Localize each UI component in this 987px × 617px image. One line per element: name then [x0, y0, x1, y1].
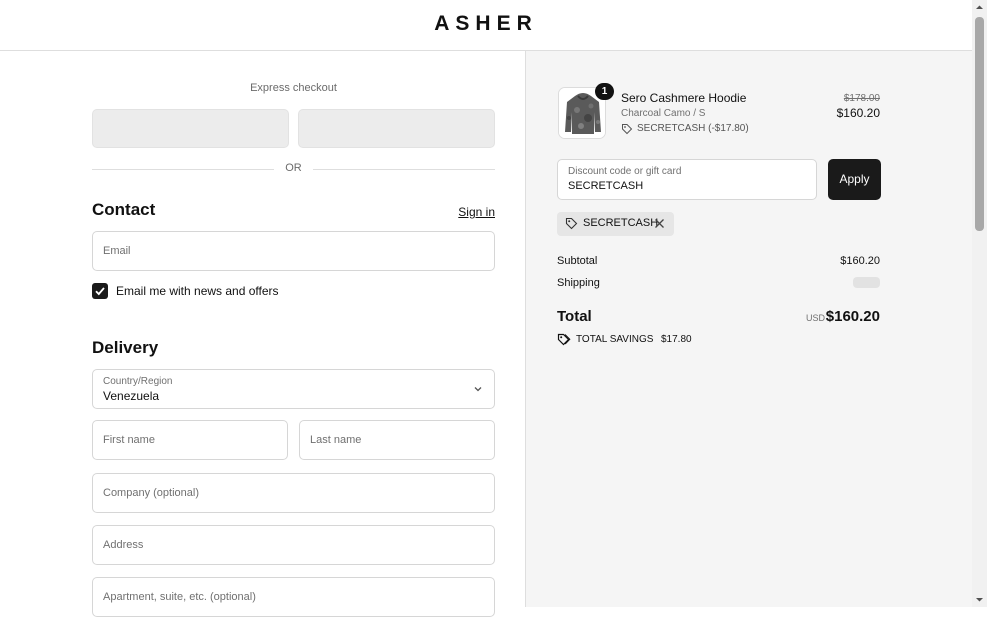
contact-title: Contact	[92, 200, 156, 219]
total-savings: TOTAL SAVINGS $17.80	[557, 333, 857, 347]
apartment-field[interactable]: Apartment, suite, etc. (optional)	[92, 577, 495, 617]
express-checkout-label: Express checkout	[250, 82, 337, 94]
country-label: Country/Region	[103, 376, 173, 387]
address-placeholder: Address	[103, 539, 144, 551]
or-divider: OR	[92, 161, 495, 177]
tag-icon	[622, 124, 633, 135]
total-value: $160.20	[825, 308, 880, 325]
applied-discount-code: SECRETCASH	[583, 217, 659, 229]
total-label: Total	[557, 308, 592, 325]
brand-logo[interactable]: ASHER	[0, 12, 972, 36]
original-price: $178.00	[843, 93, 880, 104]
remove-discount-icon[interactable]	[654, 218, 665, 229]
discount-code-value: SECRETCASH	[568, 180, 644, 192]
product-discount-text: SECRETCASH (-$17.80)	[637, 123, 749, 134]
chevron-down-icon	[474, 387, 482, 392]
total-savings-value: $17.80	[661, 334, 692, 345]
discount-code-label: Discount code or gift card	[568, 166, 682, 177]
header: ASHER	[0, 0, 972, 51]
express-pay-button-1[interactable]	[92, 109, 289, 148]
newsletter-row[interactable]: Email me with news and offers	[92, 283, 495, 301]
subtotal-label: Subtotal	[557, 255, 598, 267]
company-placeholder: Company (optional)	[103, 487, 199, 499]
first-name-placeholder: First name	[103, 434, 155, 446]
product-variant: Charcoal Camo / S	[621, 108, 706, 119]
applied-discount-chip: SECRETCASH	[557, 212, 674, 236]
country-value: Venezuela	[103, 389, 160, 403]
shipping-value-placeholder	[853, 277, 880, 288]
delivery-title: Delivery	[92, 338, 159, 357]
email-field[interactable]: Email	[92, 231, 495, 271]
quantity-badge: 1	[595, 83, 614, 100]
last-name-field[interactable]: Last name	[299, 420, 495, 460]
address-field[interactable]: Address	[92, 525, 495, 565]
company-field[interactable]: Company (optional)	[92, 473, 495, 513]
email-placeholder: Email	[103, 245, 131, 257]
express-pay-button-2[interactable]	[298, 109, 495, 148]
country-select[interactable]: Country/Region Venezuela	[92, 369, 495, 409]
total-currency: USD	[806, 313, 826, 323]
product-discount: SECRETCASH (-$17.80)	[621, 122, 821, 136]
newsletter-label: Email me with news and offers	[116, 284, 279, 298]
newsletter-checkbox[interactable]	[92, 283, 108, 299]
savings-tag-icon	[557, 333, 571, 346]
apply-button[interactable]: Apply	[828, 159, 881, 200]
discount-code-input[interactable]: Discount code or gift card SECRETCASH	[557, 159, 817, 200]
subtotal-value: $160.20	[840, 255, 880, 267]
order-summary: 1 Sero Cashmere Hoodie Charcoal Camo / S…	[525, 51, 972, 607]
checkout-form: Express checkout OR Contact Sign in Emai…	[0, 51, 525, 617]
sale-price: $160.20	[836, 106, 880, 120]
scroll-up-arrow-icon[interactable]	[972, 0, 987, 15]
check-icon	[95, 287, 105, 296]
first-name-field[interactable]: First name	[92, 420, 288, 460]
sign-in-link[interactable]: Sign in	[458, 205, 495, 219]
scrollbar-thumb[interactable]	[975, 17, 984, 231]
apartment-placeholder: Apartment, suite, etc. (optional)	[103, 591, 256, 603]
or-text: OR	[285, 162, 302, 174]
page-scrollbar[interactable]	[972, 0, 987, 607]
last-name-placeholder: Last name	[310, 434, 362, 446]
tag-icon	[565, 217, 578, 230]
total-savings-label: TOTAL SAVINGS	[576, 334, 654, 345]
scroll-down-arrow-icon[interactable]	[972, 592, 987, 607]
product-name: Sero Cashmere Hoodie	[621, 91, 747, 105]
shipping-label: Shipping	[557, 277, 600, 289]
